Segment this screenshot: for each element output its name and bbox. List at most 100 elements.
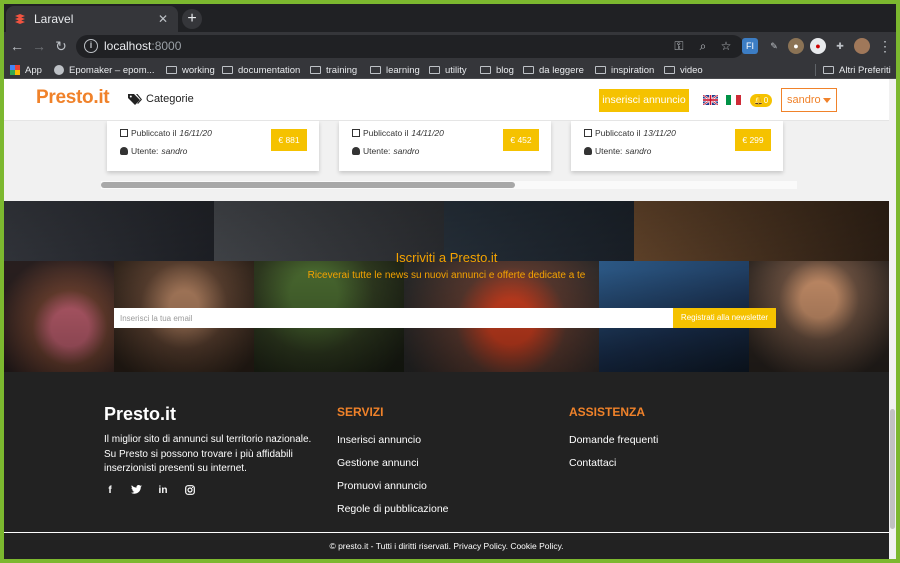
- bookmark-label: training: [326, 64, 358, 76]
- globe-icon: [54, 65, 64, 75]
- page-scrollbar[interactable]: [889, 79, 896, 559]
- user-name: sandro: [787, 94, 821, 106]
- published-date: 16/11/20: [179, 128, 212, 138]
- newsletter-title: Iscriviti a Presto.it: [395, 250, 498, 265]
- twitter-icon[interactable]: [130, 485, 142, 497]
- italy-flag-icon[interactable]: [726, 95, 741, 105]
- footer-link-manage[interactable]: Gestione annunci: [337, 457, 419, 469]
- ad-card[interactable]: Publiccato il 14/11/20 Utente: sandro € 45…: [339, 121, 551, 171]
- forward-icon[interactable]: →: [30, 37, 48, 55]
- bookmark-apps[interactable]: App: [10, 63, 42, 77]
- ad-card[interactable]: Publiccato il 16/11/20 Utente: sandro € 88…: [107, 121, 319, 171]
- newsletter-subtitle: Riceverai tutte le news su nuovi annunci…: [307, 270, 586, 281]
- notifications-count: 0: [763, 96, 769, 105]
- menu-dots-icon[interactable]: ⋮: [876, 37, 894, 55]
- extensions-puzzle-icon[interactable]: ✚: [832, 38, 848, 54]
- copyright-bar: © presto.it - Tutti i diritti riservati.…: [4, 532, 889, 559]
- insert-ad-button[interactable]: inserisci annuncio: [599, 89, 689, 112]
- bookmark-utility[interactable]: utility: [429, 63, 467, 77]
- user-icon: [120, 147, 128, 155]
- folder-icon: [823, 66, 834, 74]
- copyright-text: © presto.it - Tutti i diritti riservati.…: [329, 541, 564, 551]
- url-text[interactable]: localhost:8000: [104, 39, 181, 53]
- footer-description: Il miglior sito di annunci sul territori…: [104, 434, 312, 474]
- price-badge[interactable]: € 299: [735, 129, 771, 151]
- ad-card[interactable]: Publiccato il 13/11/20 Utente: sandro € 29…: [571, 121, 783, 171]
- uk-flag-icon[interactable]: [703, 95, 718, 105]
- folder-icon: [429, 66, 440, 74]
- extension-cookie-icon[interactable]: ●: [788, 38, 804, 54]
- reload-icon[interactable]: ↻: [52, 37, 70, 55]
- url-host: localhost: [104, 39, 152, 53]
- bookmark-blog[interactable]: blog: [480, 63, 514, 77]
- site-logo[interactable]: Presto.it: [36, 87, 110, 109]
- address-bar[interactable]: i localhost:8000 ⚿ ⌕ ☆: [76, 35, 744, 58]
- categories-menu[interactable]: Categorie: [128, 93, 194, 105]
- newsletter-subscribe-button[interactable]: Registrati alla newsletter: [673, 308, 776, 328]
- browser-toolbar: ← → ↻ i localhost:8000 ⚿ ⌕ ☆ FI ✎ ● ● ✚ …: [4, 32, 896, 61]
- published-date: 14/11/20: [411, 128, 444, 138]
- apps-grid-icon: [10, 65, 20, 75]
- browser-tab[interactable]: Laravel ✕: [6, 6, 178, 32]
- ad-user: sandro: [393, 146, 420, 156]
- newsletter-email-input[interactable]: [114, 308, 674, 328]
- carousel-scrollbar-thumb[interactable]: [101, 182, 515, 188]
- url-port: :8000: [151, 39, 182, 53]
- extension-fi-icon[interactable]: FI: [742, 38, 758, 54]
- footer-link-contact[interactable]: Contattaci: [569, 457, 616, 469]
- bookmark-other[interactable]: Altri Preferiti: [823, 63, 891, 77]
- bookmark-working[interactable]: working: [166, 63, 215, 77]
- bookmark-documentation[interactable]: documentation: [222, 63, 300, 77]
- footer-logo[interactable]: Presto.it: [104, 404, 176, 425]
- user-icon: [584, 147, 592, 155]
- bookmark-label: Epomaker – epom...: [69, 64, 155, 76]
- price-badge[interactable]: € 452: [503, 129, 539, 151]
- bookmark-inspiration[interactable]: inspiration: [595, 63, 654, 77]
- price-badge[interactable]: € 881: [271, 129, 307, 151]
- footer-link-promote[interactable]: Promuovi annuncio: [337, 480, 427, 492]
- scrollbar-thumb[interactable]: [890, 409, 895, 529]
- chevron-down-icon: [823, 98, 831, 103]
- user-dropdown[interactable]: sandro: [781, 88, 837, 112]
- bookmark-label: blog: [496, 64, 514, 76]
- folder-icon: [166, 66, 177, 74]
- facebook-icon[interactable]: f: [104, 485, 116, 497]
- extension-record-icon[interactable]: ●: [810, 38, 826, 54]
- calendar-icon: [120, 129, 128, 137]
- linkedin-icon[interactable]: in: [157, 485, 169, 497]
- newsletter-overlay: [4, 201, 889, 372]
- footer-link-rules[interactable]: Regole di pubblicazione: [337, 503, 449, 515]
- zoom-icon[interactable]: ⌕: [696, 39, 710, 54]
- new-tab-button[interactable]: +: [182, 9, 202, 29]
- folder-icon: [523, 66, 534, 74]
- site-footer: Presto.it Il miglior sito di annunci sul…: [4, 372, 889, 532]
- bookmark-star-icon[interactable]: ☆: [719, 39, 733, 53]
- bookmark-da-leggere[interactable]: da leggere: [523, 63, 584, 77]
- back-icon[interactable]: ←: [8, 37, 26, 55]
- published-date: 13/11/20: [643, 128, 676, 138]
- user-icon: [352, 147, 360, 155]
- close-tab-icon[interactable]: ✕: [156, 12, 170, 26]
- instagram-icon[interactable]: [184, 485, 196, 497]
- user-line: Utente: sandro: [120, 146, 187, 156]
- extension-pen-icon[interactable]: ✎: [766, 38, 782, 54]
- published-label: Publiccato il: [131, 128, 177, 138]
- profile-avatar[interactable]: [854, 38, 870, 54]
- bookmark-label: documentation: [238, 64, 301, 76]
- bookmark-epomaker[interactable]: Epomaker – epom...: [54, 63, 155, 77]
- bookmark-learning[interactable]: learning: [370, 63, 420, 77]
- footer-link-insert[interactable]: Inserisci annuncio: [337, 434, 421, 446]
- support-heading: ASSISTENZA: [569, 405, 646, 419]
- ad-user: sandro: [161, 146, 188, 156]
- bookmark-label: Altri Preferiti: [839, 64, 891, 76]
- footer-link-faq[interactable]: Domande frequenti: [569, 434, 658, 446]
- carousel-scrollbar[interactable]: [101, 181, 797, 189]
- bookmark-video[interactable]: video: [664, 63, 703, 77]
- site-info-icon[interactable]: i: [84, 39, 98, 53]
- folder-icon: [595, 66, 606, 74]
- folder-icon: [370, 66, 381, 74]
- notifications-badge[interactable]: 🔔0: [750, 94, 772, 107]
- key-icon[interactable]: ⚿: [672, 39, 686, 54]
- laravel-icon: [15, 14, 25, 24]
- bookmark-training[interactable]: training: [310, 63, 357, 77]
